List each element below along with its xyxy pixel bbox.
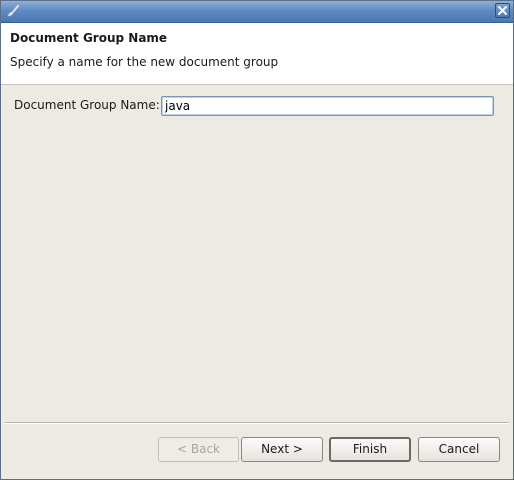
wizard-dialog: Document Group Name Specify a name for t… <box>0 0 514 480</box>
banner-description: Specify a name for the new document grou… <box>10 55 279 69</box>
close-icon <box>498 6 507 15</box>
button-separator <box>5 422 509 424</box>
close-button[interactable] <box>495 3 510 18</box>
paintbrush-icon <box>5 3 21 19</box>
cancel-button[interactable]: Cancel <box>418 437 500 462</box>
title-bar[interactable] <box>1 1 513 23</box>
back-button[interactable]: < Back <box>158 437 239 462</box>
document-group-name-input[interactable] <box>161 96 494 116</box>
finish-button[interactable]: Finish <box>329 437 411 462</box>
next-button[interactable]: Next > <box>241 437 323 462</box>
document-group-name-label: Document Group Name: <box>14 98 160 112</box>
banner-title: Document Group Name <box>10 31 168 45</box>
wizard-banner: Document Group Name Specify a name for t… <box>1 23 513 85</box>
